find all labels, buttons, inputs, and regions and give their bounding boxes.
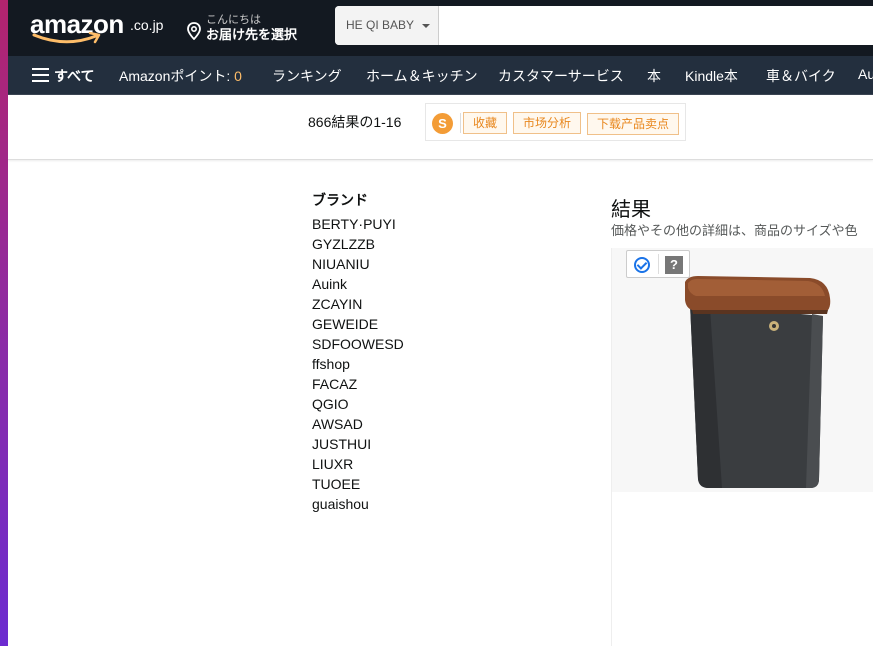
brand-item[interactable]: FACAZ — [312, 374, 492, 394]
caret-down-icon — [422, 24, 430, 28]
product-image-area[interactable]: ? — [612, 248, 873, 492]
brand-item[interactable]: QGIO — [312, 394, 492, 414]
filter-title: ブランド — [312, 192, 368, 208]
extension-toolbar: S 收藏 市场分析 下载产品卖点 — [425, 103, 686, 141]
nav-kindle[interactable]: Kindle本 — [685, 66, 738, 86]
brand-item[interactable]: Auink — [312, 274, 492, 294]
results-subtitle: 価格やその他の詳細は、商品のサイズや色 — [611, 223, 858, 238]
sub-nav: すべて Amazonポイント: 0 ランキング ホーム＆キッチン カスタマーサー… — [8, 56, 873, 94]
top-nav: amazon .co.jp こんにちは お届け先を選択 HE QI BABY — [8, 0, 873, 56]
product-card[interactable]: ? — [611, 248, 873, 646]
help-icon[interactable]: ? — [665, 256, 683, 274]
points-value: 0 — [234, 68, 242, 84]
card-tools: ? — [626, 250, 690, 278]
brand-list: BERTY·PUYI GYZLZZB NIUANIU Auink ZCAYIN … — [312, 214, 492, 514]
deliver-address-label: お届け先を選択 — [206, 27, 298, 42]
location-pin-icon — [187, 22, 201, 40]
nav-home-kitchen[interactable]: ホーム＆キッチン — [366, 66, 478, 86]
brand-item[interactable]: guaishou — [312, 494, 492, 514]
divider — [658, 254, 659, 274]
deliver-to[interactable]: こんにちは お届け先を選択 — [186, 10, 326, 44]
nav-books[interactable]: 本 — [647, 66, 661, 86]
brand-item[interactable]: LIUXR — [312, 454, 492, 474]
brand-item[interactable]: SDFOOWESD — [312, 334, 492, 354]
nav-amazon-points[interactable]: Amazonポイント: 0 — [119, 66, 242, 86]
brand-item[interactable]: AWSAD — [312, 414, 492, 434]
brand-item[interactable]: BERTY·PUYI — [312, 214, 492, 234]
divider — [460, 113, 461, 133]
market-analysis-button[interactable]: 市场分析 — [513, 112, 581, 134]
mailbox-product-image — [685, 276, 831, 488]
check-circle-icon[interactable] — [634, 257, 650, 273]
result-count: 866結果の1-16 — [308, 114, 402, 130]
search-bar: HE QI BABY — [335, 6, 873, 45]
search-category-dropdown[interactable]: HE QI BABY — [335, 6, 439, 45]
smile-arrow-icon — [32, 32, 101, 44]
download-selling-points-button[interactable]: 下载产品卖点 — [587, 113, 679, 135]
results-info-bar: 866結果の1-16 S 收藏 市场分析 下载产品卖点 — [8, 95, 873, 160]
search-category-label: HE QI BABY — [346, 18, 415, 32]
brand-item[interactable]: ZCAYIN — [312, 294, 492, 314]
desktop-background — [0, 0, 8, 646]
brand-item[interactable]: GEWEIDE — [312, 314, 492, 334]
brand-item[interactable]: TUOEE — [312, 474, 492, 494]
search-input[interactable] — [439, 6, 873, 45]
brand-item[interactable]: NIUANIU — [312, 254, 492, 274]
brand-item[interactable]: JUSTHUI — [312, 434, 492, 454]
points-label: Amazonポイント: — [119, 68, 235, 84]
brand-item[interactable]: GYZLZZB — [312, 234, 492, 254]
nav-car-bike[interactable]: 車＆バイク — [766, 66, 836, 86]
nav-customer-service[interactable]: カスタマーサービス — [498, 66, 624, 86]
brand-item[interactable]: ffshop — [312, 354, 492, 374]
brand-filter: ブランド BERTY·PUYI GYZLZZB NIUANIU Auink ZC… — [312, 190, 492, 514]
results-heading: 結果 — [611, 199, 651, 221]
logo-suffix: .co.jp — [130, 17, 164, 33]
hamburger-menu-icon[interactable] — [32, 68, 49, 82]
collect-button[interactable]: 收藏 — [463, 112, 507, 134]
extension-logo-icon[interactable]: S — [432, 113, 453, 134]
nav-truncated-item[interactable]: Au — [858, 66, 873, 82]
nav-all[interactable]: すべて — [54, 66, 94, 86]
amazon-logo[interactable]: amazon .co.jp — [30, 8, 170, 48]
browser-page: amazon .co.jp こんにちは お届け先を選択 HE QI BABY す… — [8, 0, 873, 646]
nav-ranking[interactable]: ランキング — [272, 66, 342, 86]
